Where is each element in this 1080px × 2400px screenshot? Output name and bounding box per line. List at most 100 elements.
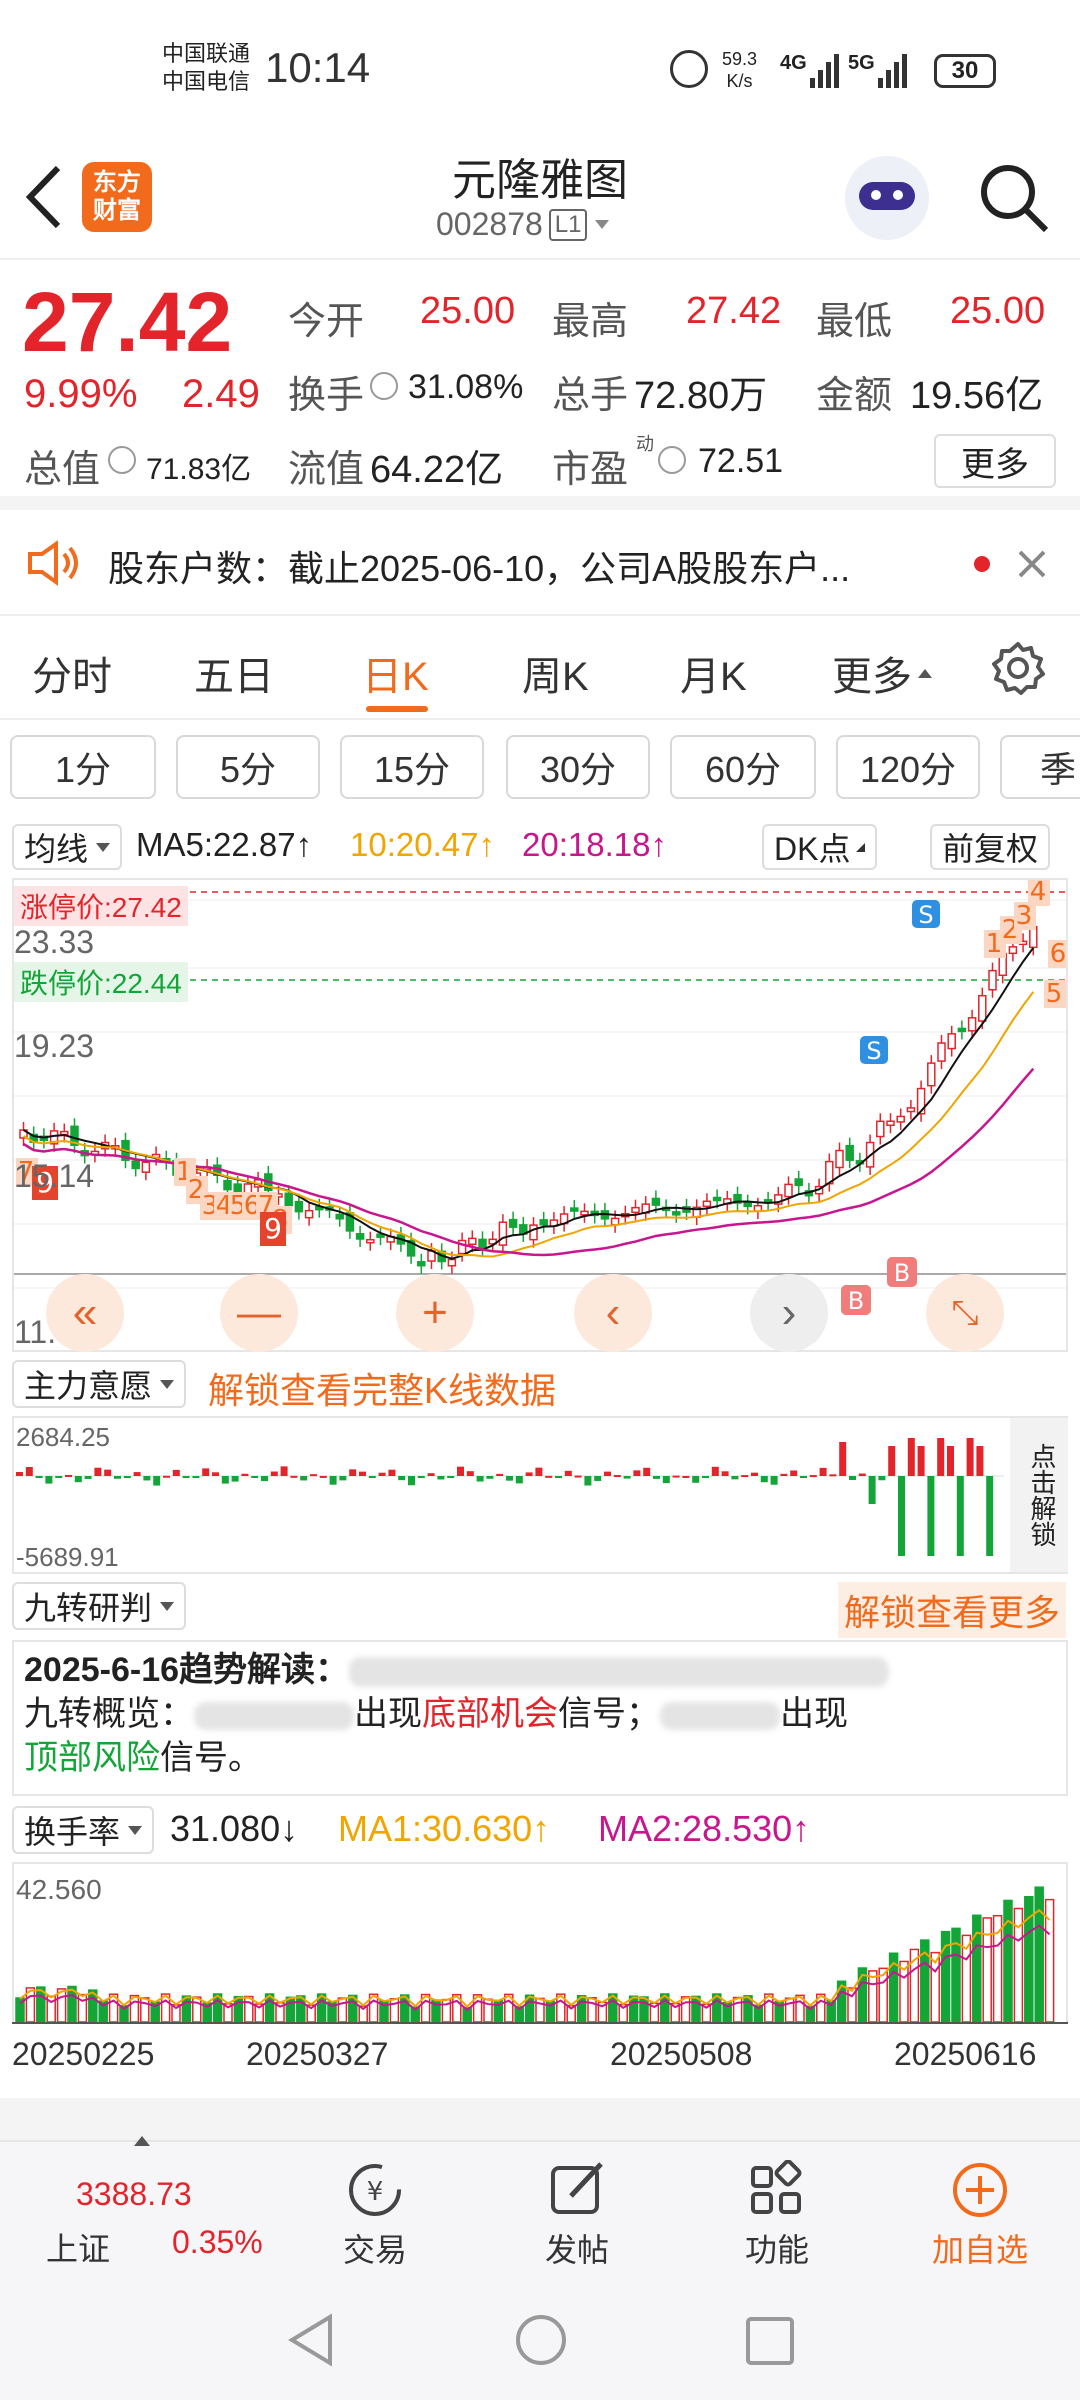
kline-candle xyxy=(835,1149,844,1169)
unlock-more-link[interactable]: 解锁查看更多 xyxy=(838,1582,1067,1638)
kline-candle xyxy=(896,1115,905,1123)
unlock-kline-link[interactable]: 解锁查看完整K线数据 xyxy=(208,1362,556,1414)
flow-bar xyxy=(741,1475,749,1478)
flow-bar xyxy=(711,1466,719,1476)
flow-bar xyxy=(976,1446,984,1476)
period-120min[interactable]: 120分 xyxy=(836,735,980,799)
flow-bar xyxy=(270,1471,278,1476)
flow-bar xyxy=(290,1475,298,1478)
nine-turn-select[interactable]: 九转研判 xyxy=(12,1582,187,1630)
kline-candle xyxy=(967,1017,977,1032)
flow-bar xyxy=(398,1476,406,1481)
period-30min[interactable]: 30分 xyxy=(506,735,650,799)
kline-chart[interactable]: SSBB71234567812345699 涨停价:27.42 23.33 跌停… xyxy=(12,878,1068,1352)
kline-candle xyxy=(937,1042,946,1062)
ma5-value: MA5:22.87↑ xyxy=(136,826,313,863)
turnover-ymax: 42.560 xyxy=(16,1874,102,1905)
kline-candle xyxy=(906,1107,916,1113)
function-button[interactable]: 功能 xyxy=(722,2159,832,2270)
period-1min[interactable]: 1分 xyxy=(10,735,156,799)
turnover-bar xyxy=(1034,1886,1044,2022)
info-icon[interactable] xyxy=(370,372,398,400)
scroll-right-button[interactable]: › xyxy=(750,1274,828,1352)
high-label: 最高 xyxy=(552,301,629,343)
kline-candle xyxy=(712,1196,722,1202)
info-icon[interactable] xyxy=(658,446,686,474)
add-watchlist-button[interactable]: 加自选 xyxy=(920,2160,1040,2270)
battery-icon: 30 xyxy=(934,54,996,88)
date-label: 20250225 xyxy=(12,2036,155,2072)
flow-bar xyxy=(770,1476,778,1485)
index-pct: 0.35% xyxy=(172,2224,263,2260)
tab-weekly-k[interactable]: 周K xyxy=(522,644,589,702)
post-button[interactable]: 发帖 xyxy=(522,2160,632,2270)
trend-analysis-box: 2025-6-16趋势解读： 九转概览： 出现底部机会信号； 出现 顶部风险信号。 xyxy=(12,1640,1068,1796)
period-15min[interactable]: 15分 xyxy=(340,735,484,799)
flow-bar xyxy=(202,1468,210,1476)
notice-bar[interactable]: 股东户数：截止2025-06-10，公司A股股东户... xyxy=(0,510,1080,616)
back-icon[interactable] xyxy=(22,162,66,232)
zoom-out-button[interactable]: — xyxy=(220,1274,298,1352)
flow-bar xyxy=(535,1467,543,1476)
period-60min[interactable]: 60分 xyxy=(670,735,816,799)
robot-assistant-icon[interactable] xyxy=(845,156,929,240)
kline-candle xyxy=(794,1178,803,1187)
kline-candle xyxy=(947,1033,956,1050)
close-icon[interactable] xyxy=(1016,548,1048,580)
volume-value: 72.80万 xyxy=(634,375,768,417)
recents-nav-icon[interactable] xyxy=(744,2315,796,2367)
volume-label: 总手 xyxy=(552,375,629,417)
ma10-value: 10:20.47↑ xyxy=(350,826,495,863)
info-icon[interactable] xyxy=(108,446,136,474)
adjust-select[interactable]: 前复权 xyxy=(930,824,1051,870)
zoom-in-button[interactable]: + xyxy=(396,1274,474,1352)
flow-bar xyxy=(721,1471,729,1476)
index-quote[interactable]: 3388.73 上证 0.35% xyxy=(10,2136,263,2272)
jump-start-button[interactable]: « xyxy=(46,1274,124,1352)
ma-select[interactable]: 均线 xyxy=(12,824,123,870)
gear-icon[interactable] xyxy=(990,640,1046,696)
trade-button[interactable]: ¥ 交易 xyxy=(320,2160,430,2270)
flow-bar xyxy=(751,1472,758,1476)
flow-bar xyxy=(163,1475,170,1478)
flow-bar xyxy=(35,1476,43,1478)
flow-bar xyxy=(16,1472,23,1476)
trade-icon: ¥ xyxy=(349,2164,401,2216)
turnover-label: 换手 xyxy=(288,375,365,417)
flow-bar xyxy=(251,1476,259,1478)
period-quarter[interactable]: 季 xyxy=(1000,735,1080,799)
chevron-down-icon xyxy=(96,842,111,852)
flow-bar xyxy=(878,1476,886,1481)
turnover-bar xyxy=(784,1997,795,2022)
date-label: 20250616 xyxy=(894,2036,1037,2072)
turnover-select[interactable]: 换手率 xyxy=(12,1806,155,1854)
flow-select[interactable]: 主力意愿 xyxy=(12,1360,187,1408)
expand-icon[interactable]: ⤡ xyxy=(926,1274,1004,1352)
tab-five-day[interactable]: 五日 xyxy=(194,644,274,702)
flow-bar xyxy=(692,1476,700,1483)
search-icon[interactable] xyxy=(976,160,1052,236)
kline-candle xyxy=(417,1261,426,1267)
home-nav-icon[interactable] xyxy=(514,2313,568,2367)
tab-more[interactable]: 更多 xyxy=(832,644,932,702)
flow-bar xyxy=(966,1438,974,1476)
flow-bar xyxy=(937,1438,945,1476)
unread-dot xyxy=(974,556,990,572)
unlock-side-button[interactable]: 点击解锁 xyxy=(1010,1418,1068,1572)
kline-candle xyxy=(978,994,987,1022)
flow-bar xyxy=(956,1476,964,1556)
flow-bar xyxy=(486,1476,494,1479)
tab-monthly-k[interactable]: 月K xyxy=(680,644,747,702)
more-button[interactable]: 更多 xyxy=(934,434,1056,488)
turnover-bar xyxy=(680,1996,691,2022)
tab-intraday[interactable]: 分时 xyxy=(32,644,112,702)
blurred-text xyxy=(349,1657,890,1688)
chevron-down-icon[interactable] xyxy=(595,220,610,229)
dk-point-select[interactable]: DK点 xyxy=(762,824,878,870)
period-5min[interactable]: 5分 xyxy=(176,735,320,799)
tab-daily-k[interactable]: 日K xyxy=(362,644,429,702)
back-nav-icon[interactable] xyxy=(286,2313,336,2367)
turnover-bar xyxy=(337,1997,348,2022)
network-type-1: 4G xyxy=(780,52,807,74)
scroll-left-button[interactable]: ‹ xyxy=(574,1274,652,1352)
